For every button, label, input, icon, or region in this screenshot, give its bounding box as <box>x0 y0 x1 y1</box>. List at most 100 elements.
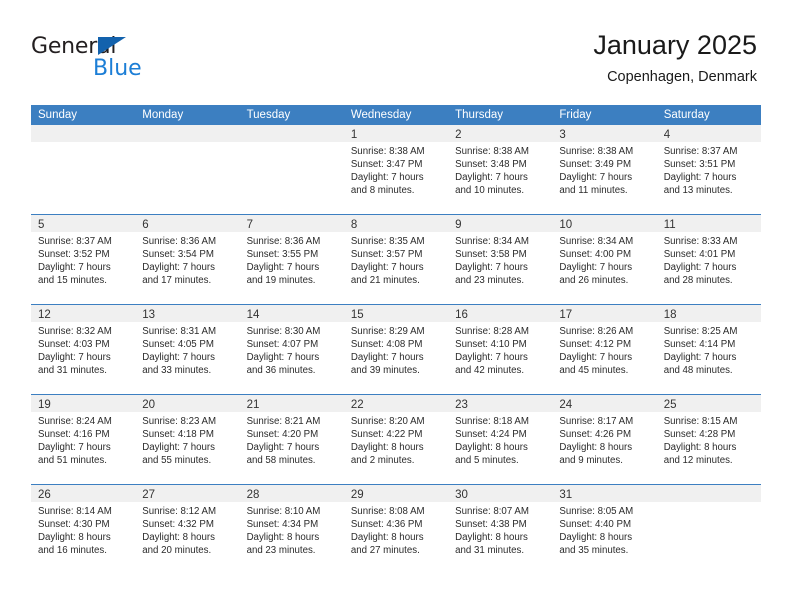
day-number-band: 31 <box>552 485 657 502</box>
day-cell-22[interactable]: 22 Sunrise: 8:20 AM Sunset: 4:22 PM Dayligh… <box>343 395 449 484</box>
day-cell-3[interactable]: 3 Sunrise: 8:38 AM Sunset: 3:49 PM Daylight… <box>552 125 657 214</box>
day-cell-24[interactable]: 24 Sunrise: 8:17 AM Sunset: 4:26 PM Dayligh… <box>552 395 657 484</box>
day-cell-15[interactable]: 15 Sunrise: 8:29 AM Sunset: 4:08 PM Dayligh… <box>343 305 449 394</box>
day-details: Sunrise: 8:36 AM Sunset: 3:55 PM Daylight:… <box>240 232 344 287</box>
day-number: 22 <box>350 399 364 411</box>
day-detail-line: and 23 minutes. <box>246 545 316 557</box>
day-cell-5[interactable]: 5 Sunrise: 8:37 AM Sunset: 3:52 PM Daylight… <box>31 215 136 304</box>
day-detail-line: and 31 minutes. <box>455 545 525 557</box>
day-detail-line: and 39 minutes. <box>350 365 420 377</box>
day-cell-27[interactable]: 27 Sunrise: 8:12 AM Sunset: 4:32 PM Dayligh… <box>135 485 240 574</box>
week-cells: 5 Sunrise: 8:37 AM Sunset: 3:52 PM Daylight… <box>31 215 761 304</box>
day-cell-4[interactable]: 4 Sunrise: 8:37 AM Sunset: 3:51 PM Daylight… <box>656 125 761 214</box>
day-detail-line: and 36 minutes. <box>246 365 316 377</box>
day-detail-line: Sunset: 4:01 PM <box>663 249 736 261</box>
day-details: Sunrise: 8:26 AM Sunset: 4:12 PM Daylight:… <box>552 322 656 377</box>
day-cell-28[interactable]: 28 Sunrise: 8:10 AM Sunset: 4:34 PM Dayligh… <box>239 485 344 574</box>
day-detail-line: and 13 minutes. <box>663 185 733 197</box>
day-cell-23[interactable]: 23 Sunrise: 8:18 AM Sunset: 4:24 PM Dayligh… <box>448 395 553 484</box>
day-detail-line: Daylight: 8 hours <box>142 532 215 544</box>
day-cell-18[interactable]: 18 Sunrise: 8:25 AM Sunset: 4:14 PM Dayligh… <box>656 305 761 394</box>
day-detail-line: and 42 minutes. <box>455 365 525 377</box>
day-details: Sunrise: 8:20 AM Sunset: 4:22 PM Daylight:… <box>344 412 448 467</box>
day-detail-line: Daylight: 8 hours <box>559 442 633 454</box>
day-cell-13[interactable]: 13 Sunrise: 8:31 AM Sunset: 4:05 PM Dayligh… <box>135 305 240 394</box>
day-number: 12 <box>38 309 51 321</box>
day-cell-30[interactable]: 30 Sunrise: 8:07 AM Sunset: 4:38 PM Dayligh… <box>448 485 553 574</box>
day-cell-31[interactable]: 31 Sunrise: 8:05 AM Sunset: 4:40 PM Dayligh… <box>552 485 657 574</box>
day-detail-line: and 9 minutes. <box>559 455 623 467</box>
day-number-band: 6 <box>135 215 240 232</box>
calendar-week-row: 1 Sunrise: 8:38 AM Sunset: 3:47 PM Daylight… <box>31 125 761 214</box>
day-number: 17 <box>559 309 573 321</box>
day-number: 25 <box>663 399 677 411</box>
day-cell-26[interactable]: 26 Sunrise: 8:14 AM Sunset: 4:30 PM Dayligh… <box>31 485 136 574</box>
day-number-band: 11 <box>656 215 761 232</box>
day-detail-line: and 28 minutes. <box>663 275 733 287</box>
day-detail-line: Sunset: 4:08 PM <box>350 339 423 351</box>
day-detail-line: Daylight: 7 hours <box>142 352 215 364</box>
day-details: Sunrise: 8:29 AM Sunset: 4:08 PM Daylight:… <box>344 322 448 377</box>
day-cell-9[interactable]: 9 Sunrise: 8:34 AM Sunset: 3:58 PM Daylight… <box>448 215 553 304</box>
day-cell-12[interactable]: 12 Sunrise: 8:32 AM Sunset: 4:03 PM Dayligh… <box>31 305 136 394</box>
day-detail-line: Sunrise: 8:34 AM <box>559 236 634 247</box>
day-number: 18 <box>663 309 677 321</box>
page-title: January 2025 <box>593 30 757 60</box>
day-cell-10[interactable]: 10 Sunrise: 8:34 AM Sunset: 4:00 PM Dayligh… <box>552 215 657 304</box>
calendar-week-row: 5 Sunrise: 8:37 AM Sunset: 3:52 PM Daylight… <box>31 214 761 304</box>
day-cell-17[interactable]: 17 Sunrise: 8:26 AM Sunset: 4:12 PM Dayligh… <box>552 305 657 394</box>
day-detail-line: Daylight: 7 hours <box>246 262 320 274</box>
day-cell-11[interactable]: 11 Sunrise: 8:33 AM Sunset: 4:01 PM Dayligh… <box>656 215 761 304</box>
day-number: 28 <box>246 489 260 501</box>
day-detail-line: Sunset: 3:52 PM <box>38 249 110 261</box>
day-cell-19[interactable]: 19 Sunrise: 8:24 AM Sunset: 4:16 PM Dayligh… <box>31 395 136 484</box>
calendar-grid: Sunday Monday Tuesday Wednesday Thursday Frid… <box>31 105 761 574</box>
day-cell-14[interactable]: 14 Sunrise: 8:30 AM Sunset: 4:07 PM Dayligh… <box>239 305 344 394</box>
day-number-band: 30 <box>448 485 553 502</box>
day-detail-line: Sunset: 3:54 PM <box>142 249 214 261</box>
day-detail-line: Sunset: 4:28 PM <box>663 429 736 441</box>
page-subtitle: Copenhagen, Denmark <box>607 69 757 85</box>
day-cell-1[interactable]: 1 Sunrise: 8:38 AM Sunset: 3:47 PM Daylight… <box>343 125 449 214</box>
day-cell-21[interactable]: 21 Sunrise: 8:21 AM Sunset: 4:20 PM Dayligh… <box>239 395 344 484</box>
day-details: Sunrise: 8:21 AM Sunset: 4:20 PM Daylight:… <box>240 412 344 467</box>
day-detail-line: Sunrise: 8:10 AM <box>246 506 321 517</box>
day-number: 23 <box>455 399 468 411</box>
day-number-band: 25 <box>656 395 761 412</box>
day-detail-line: Sunset: 4:05 PM <box>142 339 214 351</box>
day-number-band: 20 <box>135 395 240 412</box>
day-number: 29 <box>350 489 364 501</box>
day-detail-line: Sunset: 4:03 PM <box>38 339 110 351</box>
day-number: 21 <box>246 399 260 411</box>
day-details: Sunrise: 8:36 AM Sunset: 3:54 PM Daylight:… <box>135 232 239 287</box>
day-detail-line: and 20 minutes. <box>142 545 212 557</box>
day-details: Sunrise: 8:31 AM Sunset: 4:05 PM Daylight:… <box>135 322 239 377</box>
day-cell-7[interactable]: 7 Sunrise: 8:36 AM Sunset: 3:55 PM Daylight… <box>239 215 344 304</box>
day-detail-line: Daylight: 8 hours <box>455 442 528 454</box>
day-detail-line: Sunset: 3:47 PM <box>350 159 423 171</box>
day-number: 24 <box>559 399 573 411</box>
day-cell-29[interactable]: 29 Sunrise: 8:08 AM Sunset: 4:36 PM Dayligh… <box>343 485 449 574</box>
calendar-week-row: 12 Sunrise: 8:32 AM Sunset: 4:03 PM Dayligh… <box>31 304 761 394</box>
day-cell-16[interactable]: 16 Sunrise: 8:28 AM Sunset: 4:10 PM Dayligh… <box>448 305 553 394</box>
day-detail-line: Sunrise: 8:36 AM <box>142 236 217 247</box>
day-number-band: 29 <box>343 485 449 502</box>
day-cell-20[interactable]: 20 Sunrise: 8:23 AM Sunset: 4:18 PM Dayligh… <box>135 395 240 484</box>
day-detail-line: Daylight: 8 hours <box>38 532 111 544</box>
day-details: Sunrise: 8:35 AM Sunset: 3:57 PM Daylight:… <box>344 232 448 287</box>
day-details: Sunrise: 8:05 AM Sunset: 4:40 PM Daylight:… <box>552 502 656 557</box>
general-blue-logo[interactable]: General Blue <box>31 34 211 90</box>
day-cell-8[interactable]: 8 Sunrise: 8:35 AM Sunset: 3:57 PM Daylight… <box>343 215 449 304</box>
day-detail-line: Sunset: 3:49 PM <box>559 159 632 171</box>
day-detail-line: Daylight: 7 hours <box>246 352 320 364</box>
day-number: 9 <box>455 219 462 231</box>
day-detail-line: and 26 minutes. <box>559 275 629 287</box>
day-details: Sunrise: 8:15 AM Sunset: 4:28 PM Daylight:… <box>657 412 761 467</box>
day-cell-2[interactable]: 2 Sunrise: 8:38 AM Sunset: 3:48 PM Daylight… <box>448 125 553 214</box>
day-cell-6[interactable]: 6 Sunrise: 8:36 AM Sunset: 3:54 PM Daylight… <box>135 215 240 304</box>
day-number: 15 <box>350 309 364 321</box>
day-cell-25[interactable]: 25 Sunrise: 8:15 AM Sunset: 4:28 PM Dayligh… <box>656 395 761 484</box>
day-number: 11 <box>663 219 676 231</box>
day-number-band: 5 <box>31 215 136 232</box>
day-number-band: 18 <box>656 305 761 322</box>
